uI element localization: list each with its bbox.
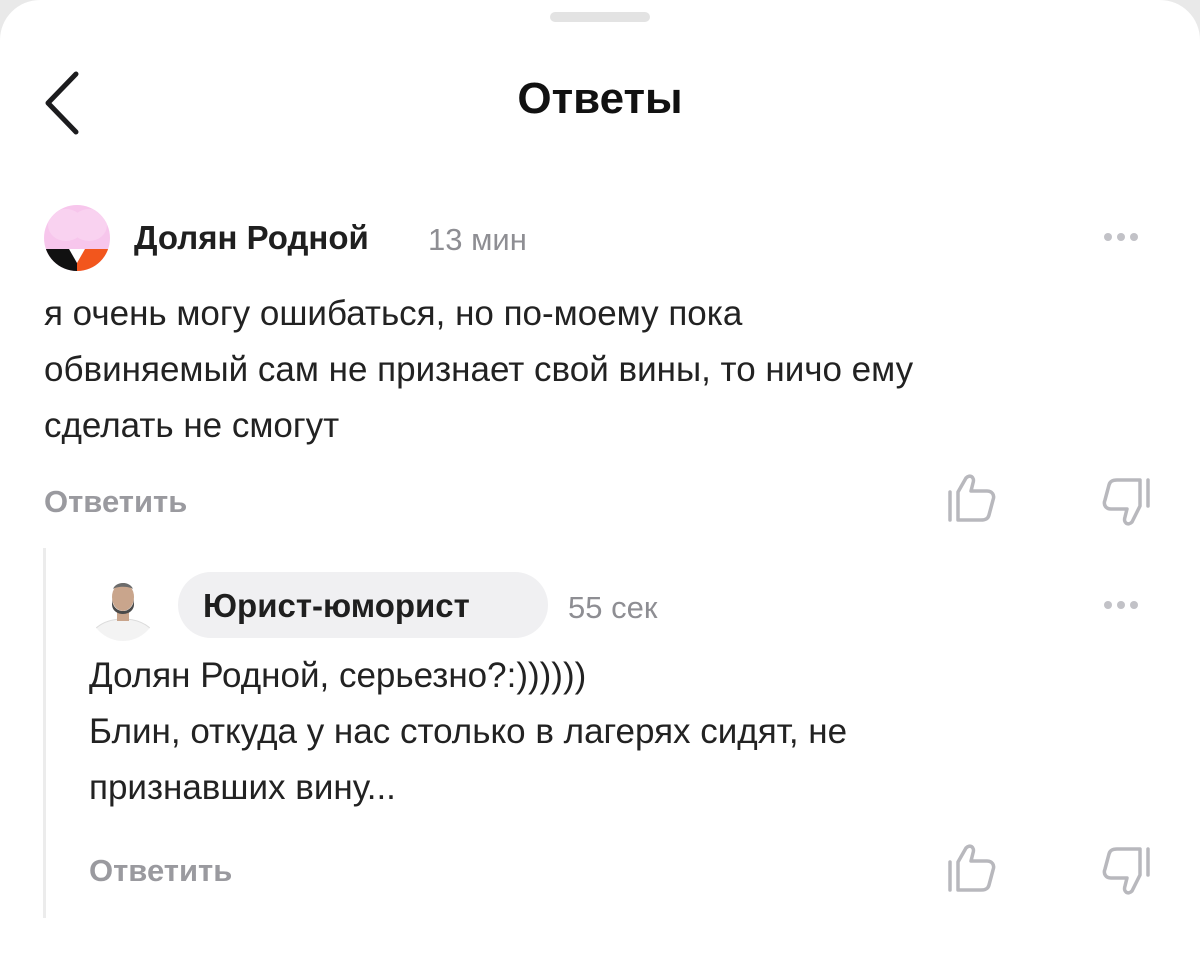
comment: Долян Родной 13 мин я очень могу ошибать… — [0, 195, 1200, 535]
like-button[interactable] — [944, 470, 1000, 526]
dislike-button[interactable] — [1098, 474, 1154, 530]
avatar-image — [44, 205, 110, 271]
reply-button[interactable]: Ответить — [89, 853, 232, 889]
comment-time: 55 сек — [568, 590, 658, 625]
comment-author: Юрист-юморист — [203, 587, 470, 624]
comment-text: Долян Родной, серьезно?:)))))) Блин, отк… — [89, 656, 848, 807]
more-icon — [1104, 233, 1112, 241]
dislike-button[interactable] — [1098, 843, 1154, 899]
page-title: Ответы — [517, 74, 683, 123]
avatar[interactable] — [89, 573, 157, 641]
sheet-grabber[interactable] — [550, 12, 650, 22]
avatar[interactable] — [44, 205, 110, 271]
author-mention-pill[interactable]: Юрист-юморист — [178, 572, 548, 638]
thumbs-up-icon — [948, 844, 996, 892]
comment-text: я очень могу ошибаться, но по-моему пока… — [44, 294, 914, 445]
more-button[interactable] — [1096, 590, 1146, 620]
avatar-image — [89, 573, 157, 641]
thumbs-down-icon — [1102, 478, 1150, 526]
more-button[interactable] — [1096, 222, 1146, 252]
more-icon — [1104, 601, 1112, 609]
reply-button[interactable]: Ответить — [44, 484, 187, 520]
comment-author[interactable]: Долян Родной — [134, 219, 369, 257]
thumbs-down-icon — [1102, 847, 1150, 895]
comment-time: 13 мин — [428, 222, 527, 257]
replies-sheet: Ответы Долян Родной 13 мин я очень могу … — [0, 0, 1200, 973]
thumbs-up-icon — [948, 474, 996, 522]
reply-comment: Юрист-юморист 55 сек Долян Родной, серье… — [0, 545, 1200, 935]
like-button[interactable] — [944, 840, 1000, 896]
